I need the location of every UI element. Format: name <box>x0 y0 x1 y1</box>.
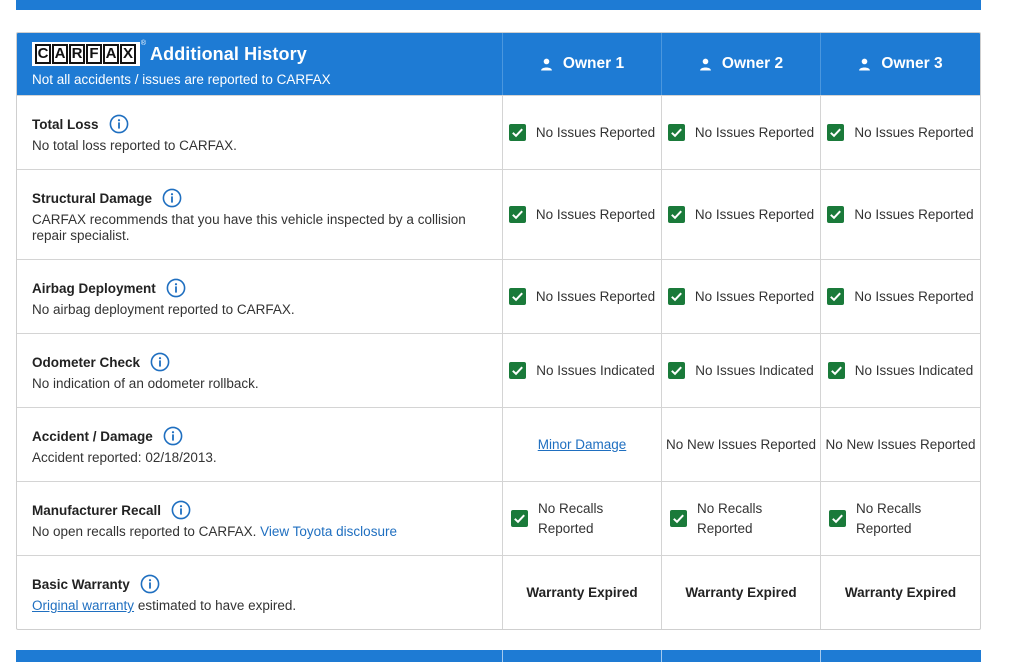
table-row-structural-damage: Structural Damage CARFAX recommends that… <box>17 169 980 259</box>
status-cell: No Issues Reported <box>662 96 821 169</box>
green-check-icon <box>827 124 845 141</box>
info-icon[interactable] <box>166 278 186 298</box>
additional-history-table: C A R F A X ® Additional History Not all… <box>16 32 981 630</box>
status-cell: Warranty Expired <box>844 585 957 600</box>
info-icon[interactable] <box>150 352 170 372</box>
owner-1-header: Owner 1 <box>503 33 662 95</box>
green-check-icon <box>667 124 685 141</box>
status-cell: No Issues Reported <box>821 170 980 259</box>
status-cell: No Issues Indicated <box>503 334 662 407</box>
status-cell: No New Issues Reported <box>662 408 821 481</box>
row-description: No total loss reported to CARFAX. <box>32 138 237 153</box>
row-label-cell: Basic Warranty Original warranty estimat… <box>17 556 503 629</box>
green-check-icon <box>508 124 526 141</box>
row-label-cell: Structural Damage CARFAX recommends that… <box>17 170 503 259</box>
green-check-icon <box>670 510 687 527</box>
table-row-manufacturer-recall: Manufacturer Recall No open recalls repo… <box>17 481 980 555</box>
row-title: Manufacturer Recall <box>32 502 162 518</box>
row-title: Airbag Deployment <box>32 280 156 296</box>
person-icon <box>540 58 552 70</box>
status-cell: No Issues Reported <box>503 170 662 259</box>
table-row-total-loss: Total Loss No total loss reported to CAR… <box>17 95 980 169</box>
row-label-cell: Airbag Deployment No airbag deployment r… <box>17 260 503 333</box>
previous-section-bar <box>16 0 981 10</box>
status-cell: Warranty Expired <box>662 556 821 629</box>
row-label-cell: Odometer Check No indication of an odome… <box>17 334 503 407</box>
person-icon <box>699 58 711 70</box>
status-cell: No Issues Reported <box>821 260 980 333</box>
green-check-icon <box>508 206 526 223</box>
next-section-bar <box>16 650 981 662</box>
section-subtitle: Not all accidents / issues are reported … <box>32 72 331 87</box>
status-cell: No Issues Reported <box>503 96 662 169</box>
green-check-icon <box>667 206 685 223</box>
owner-2-header: Owner 2 <box>662 33 821 95</box>
toyota-disclosure-link[interactable]: View Toyota disclosure <box>260 524 397 539</box>
green-check-icon <box>829 510 846 527</box>
header-title-cell: C A R F A X ® Additional History Not all… <box>17 33 503 95</box>
row-title: Odometer Check <box>32 354 141 370</box>
green-check-icon <box>827 288 845 305</box>
info-icon[interactable] <box>171 500 191 520</box>
minor-damage-link[interactable]: Minor Damage <box>538 437 627 452</box>
status-cell: No Recalls Reported <box>821 482 980 555</box>
table-header: C A R F A X ® Additional History Not all… <box>17 33 980 95</box>
original-warranty-link[interactable]: Original warranty <box>32 598 134 613</box>
row-description: Accident reported: 02/18/2013. <box>32 450 217 465</box>
row-description: No open recalls reported to CARFAX. View… <box>32 524 397 539</box>
row-label-cell: Manufacturer Recall No open recalls repo… <box>17 482 503 555</box>
status-cell: No New Issues Reported <box>825 437 976 452</box>
row-description: No airbag deployment reported to CARFAX. <box>32 302 295 317</box>
green-check-icon <box>511 510 528 527</box>
status-cell: Minor Damage <box>503 408 662 481</box>
info-icon[interactable] <box>162 188 182 208</box>
table-row-basic-warranty: Basic Warranty Original warranty estimat… <box>17 555 980 629</box>
row-description: CARFAX recommends that you have this veh… <box>32 212 466 243</box>
status-cell: No Issues Reported <box>503 260 662 333</box>
carfax-logo: C A R F A X ® <box>32 40 146 66</box>
row-description: No indication of an odometer rollback. <box>32 376 259 391</box>
row-title: Basic Warranty <box>32 576 130 592</box>
green-check-icon <box>667 288 685 305</box>
status-cell: No Recalls Reported <box>503 482 662 555</box>
table-row-accident-damage: Accident / Damage Accident reported: 02/… <box>17 407 980 481</box>
green-check-icon <box>668 362 686 379</box>
table-row-airbag-deployment: Airbag Deployment No airbag deployment r… <box>17 259 980 333</box>
person-icon <box>859 58 871 70</box>
info-icon[interactable] <box>140 574 160 594</box>
row-title: Structural Damage <box>32 190 153 206</box>
info-icon[interactable] <box>109 114 129 134</box>
status-cell: Warranty Expired <box>503 556 662 629</box>
green-check-icon <box>508 288 526 305</box>
status-cell: No Issues Reported <box>662 260 821 333</box>
status-cell: No Issues Indicated <box>821 334 980 407</box>
row-title: Accident / Damage <box>32 428 153 444</box>
status-cell: No Issues Reported <box>821 96 980 169</box>
green-check-icon <box>827 362 845 379</box>
green-check-icon <box>827 206 845 223</box>
status-cell: No Issues Indicated <box>662 334 821 407</box>
info-icon[interactable] <box>163 426 183 446</box>
section-title: Additional History <box>150 43 307 64</box>
owner-3-header: Owner 3 <box>821 33 980 95</box>
row-title: Total Loss <box>32 116 99 132</box>
table-row-odometer-check: Odometer Check No indication of an odome… <box>17 333 980 407</box>
row-label-cell: Accident / Damage Accident reported: 02/… <box>17 408 503 481</box>
row-label-cell: Total Loss No total loss reported to CAR… <box>17 96 503 169</box>
row-description: Original warranty estimated to have expi… <box>32 598 297 613</box>
green-check-icon <box>509 362 527 379</box>
status-cell: No Issues Reported <box>662 170 821 259</box>
status-cell: No Recalls Reported <box>662 482 821 555</box>
